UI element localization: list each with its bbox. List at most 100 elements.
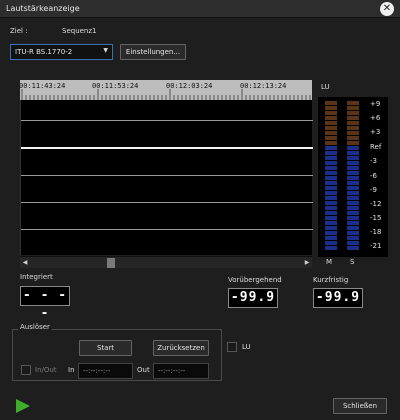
meter-segment: [347, 191, 359, 195]
trigger-group-label: Auslöser: [18, 323, 52, 331]
lu-checkbox[interactable]: [227, 342, 237, 352]
meter-segment: [347, 206, 359, 210]
loudness-standard-value: ITU-R BS.1770-2: [15, 48, 73, 56]
meter-segment: [347, 161, 359, 165]
timeline-scrollbar[interactable]: ◀ ▶: [20, 256, 312, 268]
meter-segment: [347, 106, 359, 110]
meter-segment: [347, 201, 359, 205]
meter-segment: [325, 106, 337, 110]
in-label: In: [68, 366, 75, 374]
inout-label: In/Out: [35, 366, 57, 374]
chevron-down-icon: ▼: [103, 47, 108, 54]
meter-segment: [325, 141, 337, 145]
scroll-left-icon[interactable]: ◀: [20, 257, 30, 269]
loudness-meter: +9 +6 +3 Ref -3 -6 -9 -12 -15 -18 -21: [318, 97, 388, 257]
meter-segment: [347, 146, 359, 150]
close-button[interactable]: Schließen: [333, 398, 387, 414]
meter-segment: [347, 226, 359, 230]
integrated-label: Integriert: [20, 273, 53, 281]
meter-segment: [347, 151, 359, 155]
meter-segment: [325, 156, 337, 160]
loudness-standard-select[interactable]: ITU-R BS.1770-2 ▼: [10, 44, 113, 60]
meter-segment: [325, 216, 337, 220]
meter-scale-label: -21: [370, 242, 382, 250]
meter-scale-label: -12: [370, 200, 382, 208]
meter-segment: [325, 246, 337, 250]
graph-gridline: [21, 229, 313, 230]
meter-segment: [325, 166, 337, 170]
meter-segment: [347, 196, 359, 200]
window-title: Lautstärkeanzeige: [6, 4, 80, 13]
title-bar: Lautstärkeanzeige ✕: [0, 0, 400, 18]
integrated-readout: - - - -: [20, 286, 70, 321]
scrollbar-thumb[interactable]: [107, 258, 115, 268]
scroll-right-icon[interactable]: ▶: [302, 257, 312, 269]
meter-segment: [325, 176, 337, 180]
loudness-graph: [20, 100, 313, 255]
reset-button[interactable]: Zurücksetzen: [153, 340, 209, 356]
inout-checkbox[interactable]: [21, 365, 31, 375]
graph-gridline: [21, 202, 313, 203]
meter-segment: [347, 241, 359, 245]
meter-segment: [347, 171, 359, 175]
close-icon[interactable]: ✕: [380, 2, 394, 16]
meter-segment: [347, 231, 359, 235]
timeline-tick-label: 00:11:53:24: [92, 82, 139, 90]
meter-segment: [347, 116, 359, 120]
meter-channel-label-s: S: [350, 258, 355, 266]
meter-segment: [325, 151, 337, 155]
meter-segment: [325, 201, 337, 205]
meter-segment: [325, 221, 337, 225]
in-timecode-field[interactable]: --:--:--:--: [78, 363, 133, 379]
meter-segment: [347, 126, 359, 130]
meter-segment: [347, 121, 359, 125]
meter-segment: [325, 146, 337, 150]
meter-segment: [325, 231, 337, 235]
target-label: Ziel :: [10, 27, 28, 35]
meter-segment: [325, 161, 337, 165]
graph-gridline: [21, 120, 313, 121]
play-icon[interactable]: [16, 399, 30, 413]
target-value: Sequenz1: [62, 27, 97, 35]
meter-segment: [325, 186, 337, 190]
timeline-tick-label: 00:11:43:24: [20, 82, 66, 90]
meter-scale-label: -15: [370, 214, 382, 222]
meter-segment: [347, 216, 359, 220]
out-timecode-field[interactable]: --:--:--:--: [153, 363, 209, 379]
settings-button[interactable]: Einstellungen...: [120, 44, 186, 60]
momentary-readout: -99.9: [228, 288, 278, 308]
timeline-tick-label: 00:12:13:24: [240, 82, 287, 90]
meter-scale-label: -18: [370, 228, 382, 236]
meter-segment: [347, 156, 359, 160]
meter-segment: [347, 166, 359, 170]
meter-scale-label: Ref: [370, 143, 382, 151]
meter-segment: [325, 116, 337, 120]
start-button[interactable]: Start: [79, 340, 132, 356]
meter-segment: [325, 131, 337, 135]
graph-reference-line: [21, 147, 313, 149]
meter-segment: [347, 236, 359, 240]
timeline-ruler[interactable]: 00:11:43:24 00:11:53:24 00:12:03:24 00:1…: [20, 80, 312, 100]
meter-segment: [347, 136, 359, 140]
meter-segment: [347, 186, 359, 190]
meter-scale-label: -3: [370, 157, 377, 165]
lu-checkbox-label: LU: [242, 343, 251, 351]
graph-gridline: [21, 175, 313, 176]
short-term-readout: -99.9: [313, 288, 363, 308]
meter-segment: [347, 221, 359, 225]
short-term-label: Kurzfristig: [313, 276, 349, 284]
meter-segment: [325, 101, 337, 105]
meter-segment: [347, 246, 359, 250]
meter-scale-label: +9: [370, 100, 381, 108]
meter-segment: [325, 136, 337, 140]
momentary-label: Vorübergehend: [228, 276, 282, 284]
meter-scale-label: -9: [370, 186, 377, 194]
meter-scale-label: -6: [370, 172, 377, 180]
meter-channel-label-m: M: [326, 258, 333, 266]
meter-segment: [325, 206, 337, 210]
meter-segment: [347, 131, 359, 135]
meter-scale-label: +3: [370, 128, 381, 136]
meter-unit-label: LU: [321, 83, 330, 91]
meter-segment: [325, 111, 337, 115]
meter-segment: [325, 226, 337, 230]
